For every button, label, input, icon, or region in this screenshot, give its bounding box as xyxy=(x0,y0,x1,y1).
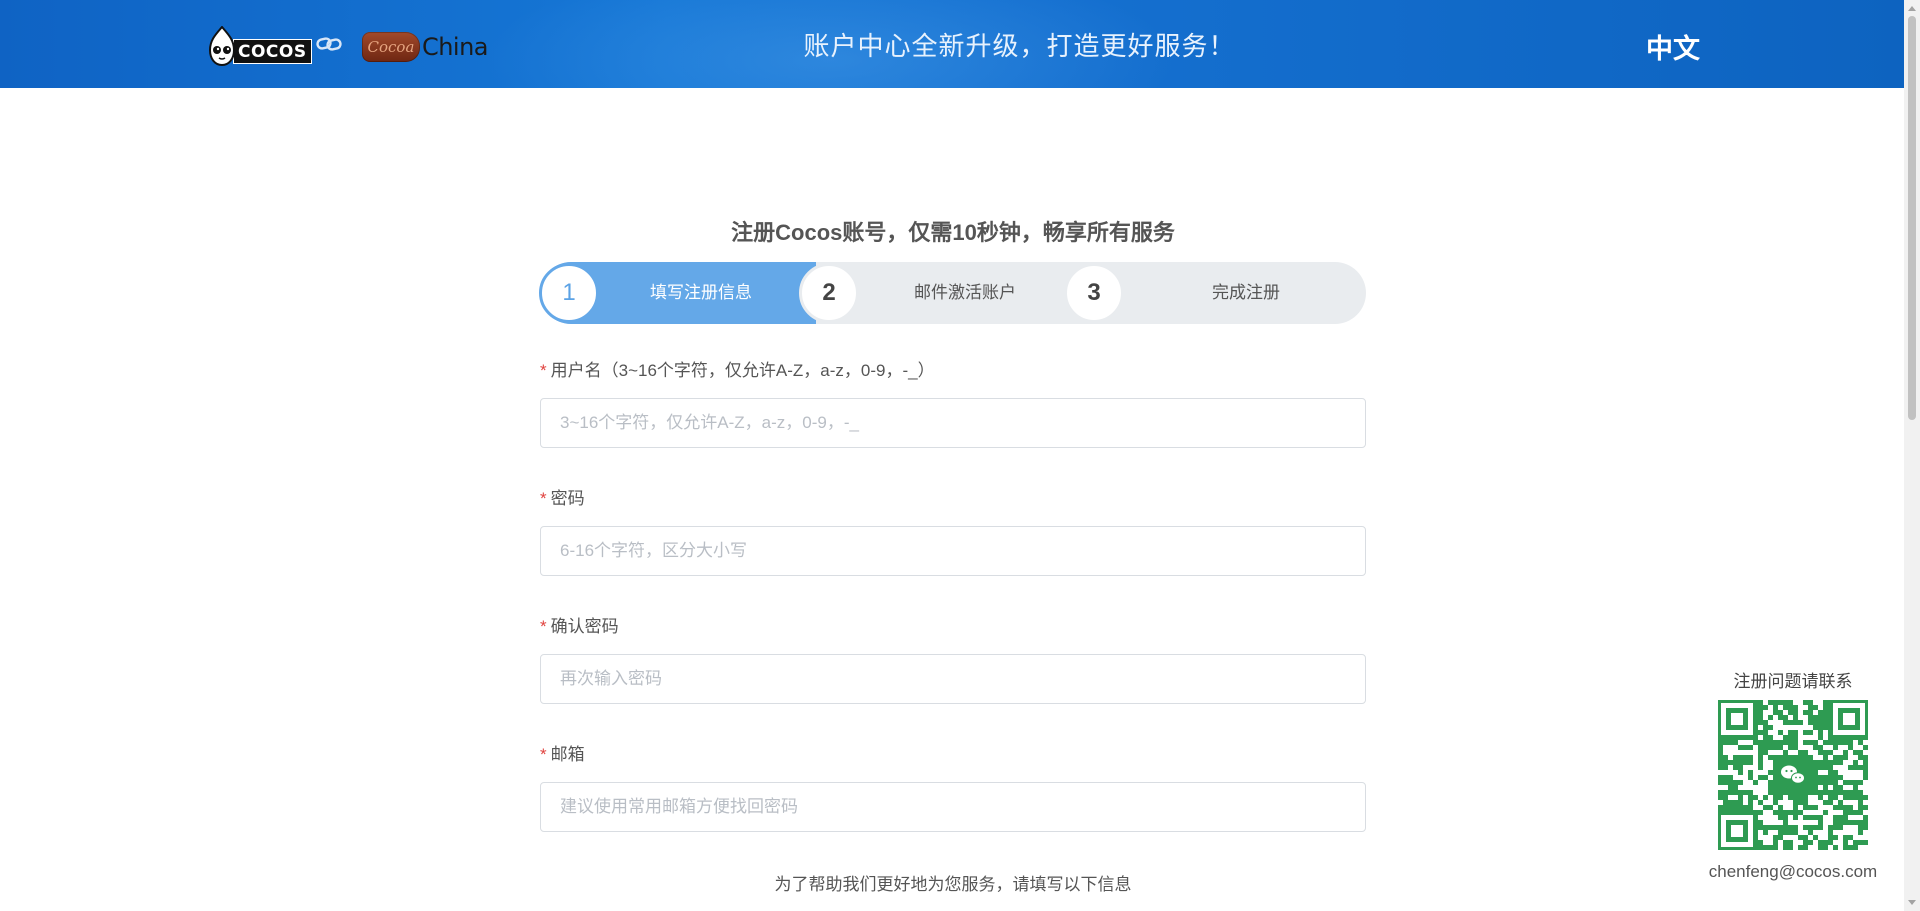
required-mark: * xyxy=(540,617,547,636)
password-input[interactable] xyxy=(540,526,1366,576)
step-3-circle: 3 xyxy=(1064,263,1124,323)
step-2-circle: 2 xyxy=(799,263,859,323)
username-label-text: 用户名（3~16个字符，仅允许A-Z，a-z，0-9，-_） xyxy=(550,361,935,380)
top-header: COCOS Cocoa China 账户中心全新升级，打造更好服务！ 中文 xyxy=(0,0,1904,88)
required-mark: * xyxy=(540,489,547,508)
email-label: * 邮箱 xyxy=(540,740,1366,770)
confirm-password-label-text: 确认密码 xyxy=(550,617,619,636)
step-2-label: 邮件激活账户 xyxy=(914,283,1016,302)
scrollbar-thumb[interactable] xyxy=(1908,16,1916,420)
scroll-up-icon[interactable] xyxy=(1904,0,1920,16)
confirm-password-label: * 确认密码 xyxy=(540,612,1366,642)
help-text: 为了帮助我们更好地为您服务，请填写以下信息 xyxy=(774,875,1132,894)
registration-form: *用户名（3~16个字符，仅允许A-Z，a-z，0-9，-_） *密码 *确认密… xyxy=(540,356,1366,868)
wechat-qr-code[interactable] xyxy=(1718,700,1868,850)
username-label: * 用户名（3~16个字符，仅允许A-Z，a-z，0-9，-_） xyxy=(540,356,1366,386)
required-mark: * xyxy=(540,361,547,380)
email-field-group: * 邮箱 xyxy=(540,740,1366,868)
password-label-text: 密码 xyxy=(550,489,585,508)
username-input[interactable] xyxy=(540,398,1366,448)
confirm-password-field-group: * 确认密码 xyxy=(540,612,1366,740)
scroll-down-icon[interactable] xyxy=(1904,895,1920,911)
contact-title: 注册问题请联系 xyxy=(1733,672,1853,691)
contact-widget: 注册问题请联系 chenfeng@cocos.com xyxy=(1700,670,1886,882)
username-field-group: * 用户名（3~16个字符，仅允许A-Z，a-z，0-9，-_） xyxy=(540,356,1366,484)
registration-steps: 1 填写注册信息 2 邮件激活账户 3 完成注册 xyxy=(539,262,1366,324)
step-3-label: 完成注册 xyxy=(1212,283,1280,302)
vertical-scrollbar[interactable] xyxy=(1904,0,1920,911)
language-switch[interactable]: 中文 xyxy=(1646,27,1700,66)
step-1-label: 填写注册信息 xyxy=(650,283,752,302)
contact-email[interactable]: chenfeng@cocos.com xyxy=(1700,862,1886,882)
step-1-circle: 1 xyxy=(539,263,599,323)
required-mark: * xyxy=(540,745,547,764)
confirm-password-input[interactable] xyxy=(540,654,1366,704)
header-slogan: 账户中心全新升级，打造更好服务！ xyxy=(803,31,1236,61)
email-input[interactable] xyxy=(540,782,1366,832)
email-label-text: 邮箱 xyxy=(550,745,585,764)
page-title: 注册Cocos账号，仅需10秒钟，畅享所有服务 xyxy=(731,220,1175,245)
password-field-group: * 密码 xyxy=(540,484,1366,612)
password-label: * 密码 xyxy=(540,484,1366,514)
